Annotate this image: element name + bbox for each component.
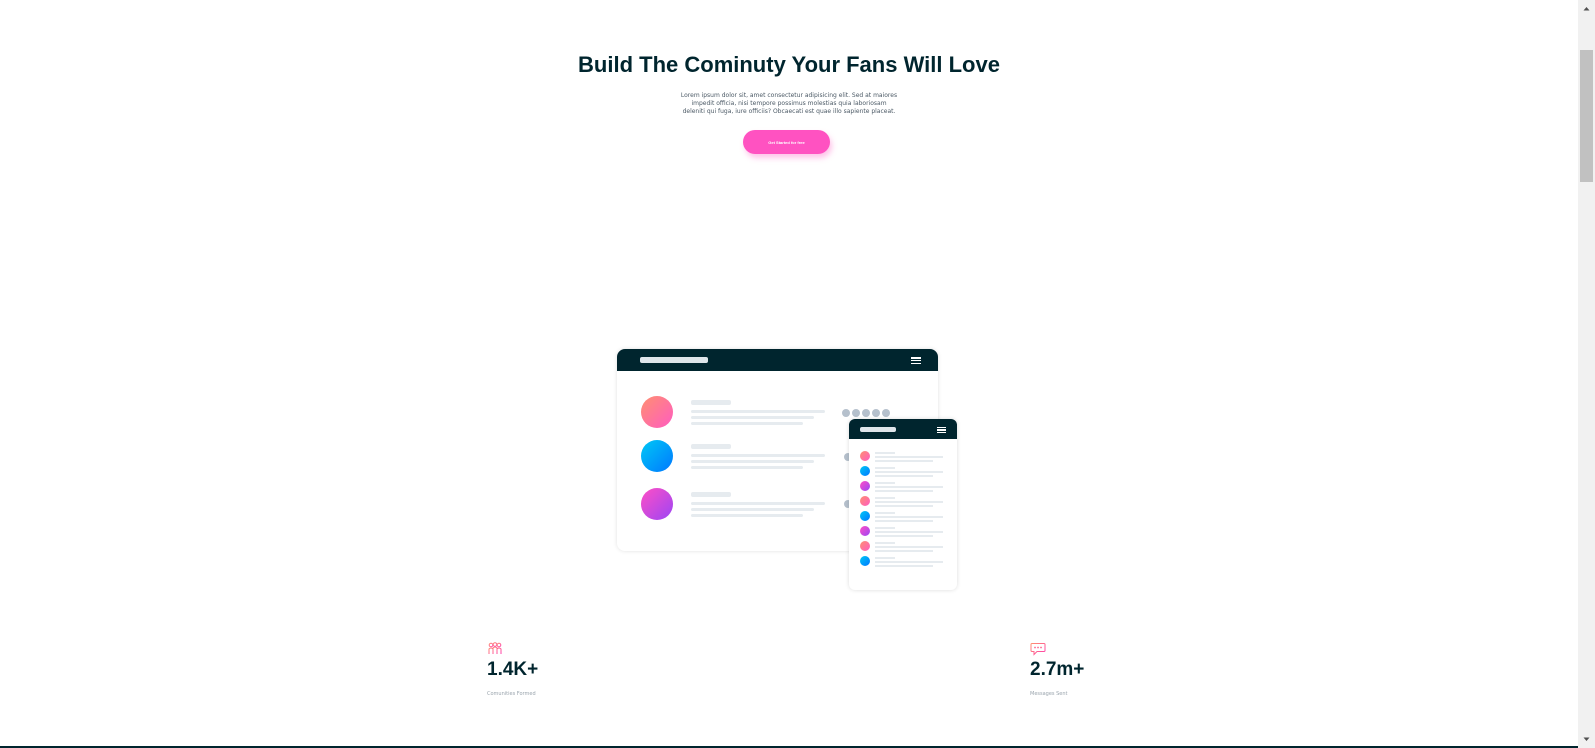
hamburger-menu-icon bbox=[937, 427, 946, 433]
text-placeholder bbox=[691, 508, 814, 511]
text-placeholder bbox=[691, 400, 731, 405]
text-placeholder bbox=[691, 466, 803, 469]
mobile-text-placeholder bbox=[875, 505, 933, 507]
mobile-text-placeholder bbox=[875, 542, 895, 544]
text-placeholder bbox=[691, 514, 803, 517]
avatar bbox=[641, 396, 673, 428]
mobile-text-placeholder bbox=[875, 520, 933, 522]
hero-description: Lorem ipsum dolor sit, amet consectetur … bbox=[680, 92, 898, 115]
messages-icon bbox=[1030, 643, 1046, 656]
status-dot bbox=[882, 409, 890, 417]
status-dot bbox=[862, 409, 870, 417]
mobile-avatar bbox=[860, 526, 870, 536]
landing-page: Build The Cominuty Your Fans Will Love L… bbox=[0, 0, 1578, 748]
scrollbar-thumb[interactable] bbox=[1580, 50, 1593, 182]
mobile-text-placeholder bbox=[875, 486, 943, 488]
text-placeholder bbox=[691, 422, 803, 425]
text-placeholder bbox=[691, 416, 814, 419]
text-placeholder bbox=[691, 410, 825, 413]
mobile-mockup-address-bar bbox=[860, 427, 896, 432]
stat-value: 2.7m+ bbox=[1030, 659, 1085, 680]
text-placeholder bbox=[691, 454, 825, 457]
mobile-text-placeholder bbox=[875, 527, 895, 529]
mobile-text-placeholder bbox=[875, 531, 943, 533]
stat-label: Comunities Formed bbox=[487, 691, 536, 697]
get-started-button[interactable]: Get Started for free bbox=[743, 130, 830, 154]
avatar bbox=[641, 488, 673, 520]
mobile-text-placeholder bbox=[875, 467, 895, 469]
mobile-text-placeholder bbox=[875, 512, 895, 514]
hamburger-menu-icon bbox=[911, 357, 921, 364]
mobile-mockup-titlebar bbox=[849, 419, 957, 439]
mobile-text-placeholder bbox=[875, 561, 943, 563]
mobile-text-placeholder bbox=[875, 497, 895, 499]
stat-communities: 1.4K+ Comunities Formed bbox=[487, 642, 538, 697]
text-placeholder bbox=[691, 492, 731, 497]
mobile-avatar bbox=[860, 541, 870, 551]
status-dot bbox=[872, 409, 880, 417]
mobile-avatar bbox=[860, 556, 870, 566]
scroll-up-arrow-icon[interactable] bbox=[1578, 0, 1595, 17]
mobile-text-placeholder bbox=[875, 516, 943, 518]
status-dot bbox=[842, 409, 850, 417]
mockup-address-bar bbox=[640, 357, 708, 363]
stat-value: 1.4K+ bbox=[487, 659, 539, 680]
stat-label: Messages Sent bbox=[1030, 691, 1068, 697]
mobile-mockup-illustration bbox=[849, 419, 957, 590]
mobile-avatar bbox=[860, 511, 870, 521]
mobile-text-placeholder bbox=[875, 557, 895, 559]
mockup-titlebar bbox=[617, 349, 938, 371]
text-placeholder bbox=[691, 502, 825, 505]
avatar bbox=[641, 440, 673, 472]
mobile-avatar bbox=[860, 481, 870, 491]
vertical-scrollbar[interactable] bbox=[1578, 0, 1595, 748]
mobile-text-placeholder bbox=[875, 546, 943, 548]
mobile-text-placeholder bbox=[875, 550, 933, 552]
mobile-text-placeholder bbox=[875, 471, 943, 473]
hero-title: Build The Cominuty Your Fans Will Love bbox=[578, 52, 1000, 77]
mobile-text-placeholder bbox=[875, 460, 933, 462]
mobile-text-placeholder bbox=[875, 535, 933, 537]
scroll-down-arrow-icon[interactable] bbox=[1578, 731, 1595, 748]
mobile-avatar bbox=[860, 451, 870, 461]
stat-messages: 2.7m+ Messages Sent bbox=[1030, 642, 1084, 697]
mobile-text-placeholder bbox=[875, 452, 895, 454]
communities-icon bbox=[488, 642, 502, 654]
mobile-text-placeholder bbox=[875, 475, 933, 477]
text-placeholder bbox=[691, 444, 731, 449]
mobile-avatar bbox=[860, 466, 870, 476]
mobile-text-placeholder bbox=[875, 490, 933, 492]
status-dot bbox=[852, 409, 860, 417]
mobile-text-placeholder bbox=[875, 501, 943, 503]
mobile-text-placeholder bbox=[875, 482, 895, 484]
text-placeholder bbox=[691, 460, 814, 463]
mobile-text-placeholder bbox=[875, 456, 943, 458]
mobile-text-placeholder bbox=[875, 565, 933, 567]
mobile-avatar bbox=[860, 496, 870, 506]
